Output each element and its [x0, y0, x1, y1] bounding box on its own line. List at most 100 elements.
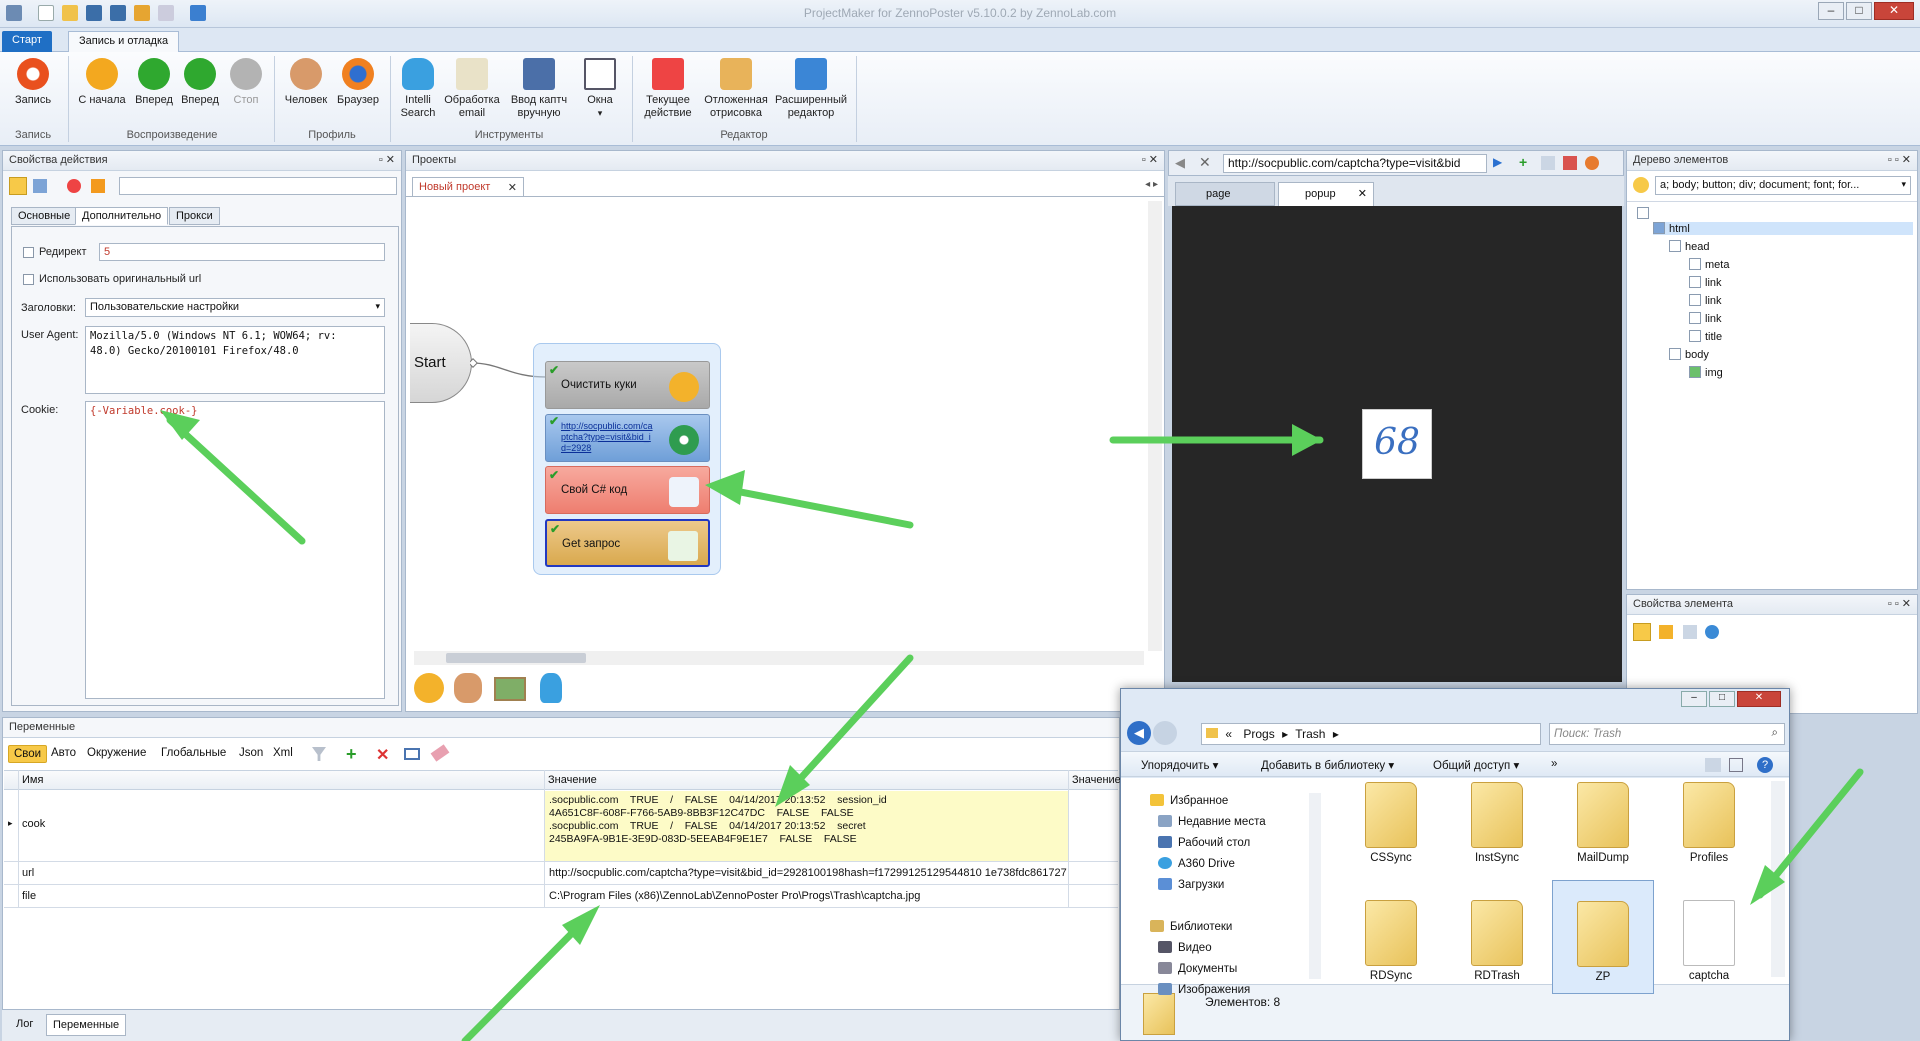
nav-downloads[interactable]: Загрузки — [1158, 878, 1224, 891]
nav-favorites[interactable]: Избранное — [1150, 794, 1228, 807]
back-arrow-icon[interactable]: ◀ — [1175, 155, 1185, 171]
nav-video[interactable]: Видео — [1158, 941, 1212, 954]
navigate-url-block[interactable]: ✔ http://socpublic.com/captcha?type=visi… — [545, 414, 710, 462]
pin-close-icons[interactable]: ▫ ▫ ✕ — [1888, 153, 1911, 166]
organize-button[interactable]: Упорядочить ▾ — [1141, 758, 1218, 772]
get-request-block[interactable]: ✔ Get запрос — [545, 519, 710, 567]
tree-node-body[interactable]: body — [1669, 348, 1709, 361]
pin-close-icons[interactable]: ▫ ✕ — [1142, 153, 1158, 166]
forward-button[interactable]: Вперед — [132, 58, 176, 107]
tag-filter-select[interactable]: a; body; button; div; document; font; fo… — [1655, 176, 1911, 195]
url-input[interactable]: http://socpublic.com/captcha?type=visit&… — [1223, 154, 1487, 173]
folder-item[interactable]: InstSync — [1462, 782, 1532, 864]
lightning-icon[interactable] — [1659, 625, 1673, 639]
nav-documents[interactable]: Документы — [1158, 962, 1237, 975]
tree-node-html[interactable]: html — [1653, 222, 1913, 235]
sun-icon[interactable] — [1633, 177, 1649, 193]
captcha-image[interactable]: 68 — [1362, 409, 1432, 479]
captcha-file[interactable]: captcha — [1674, 900, 1744, 982]
props-view-icon[interactable] — [1633, 623, 1651, 641]
record-button[interactable]: Запись — [8, 58, 58, 107]
board-icon[interactable] — [494, 677, 526, 701]
tab-page[interactable]: page — [1175, 182, 1275, 206]
close-tab-icon[interactable]: ✕ — [1358, 187, 1367, 200]
advanced-editor-button[interactable]: Расширенный редактор — [774, 58, 848, 120]
redirect-checkbox[interactable] — [23, 247, 34, 258]
search-input[interactable]: Поиск: Trash ⌕ — [1549, 723, 1785, 745]
tab-record-debug[interactable]: Запись и отладка — [68, 31, 180, 52]
tab-env-vars[interactable]: Окружение — [82, 745, 151, 761]
back-arrow-icon[interactable]: ◀ — [1127, 721, 1151, 745]
windows-button[interactable]: Окна ▾ — [578, 58, 622, 120]
clear-icon[interactable] — [1563, 156, 1577, 170]
share-button[interactable]: Общий доступ ▾ — [1433, 758, 1519, 772]
column-name[interactable]: Имя — [22, 774, 43, 786]
cookie-textarea[interactable]: {-Variable.cook-} — [85, 401, 385, 699]
minimize-button[interactable]: – — [1681, 691, 1707, 707]
stop-load-icon[interactable]: ✕ — [1199, 154, 1211, 171]
table-row[interactable]: url http://socpublic.com/captcha?type=vi… — [4, 863, 1118, 885]
human-button[interactable]: Человек — [282, 58, 330, 107]
tree-node-head[interactable]: head — [1669, 240, 1709, 253]
refresh-icon[interactable] — [1705, 625, 1719, 639]
preview-pane-icon[interactable] — [1729, 758, 1743, 772]
column-value[interactable]: Значение — [548, 774, 597, 786]
nav-a360-drive[interactable]: A360 Drive — [1158, 857, 1235, 870]
tab-json[interactable]: Json — [234, 745, 268, 761]
folder-item[interactable]: RDSync — [1356, 900, 1426, 982]
tab-xml[interactable]: Xml — [268, 745, 298, 761]
file-scrollbar[interactable] — [1771, 781, 1785, 977]
tree-node-link[interactable]: link — [1689, 312, 1722, 325]
folder-item[interactable]: Profiles — [1674, 782, 1744, 864]
vertical-scrollbar[interactable] — [1148, 201, 1162, 651]
deferred-render-button[interactable]: Отложенная отрисовка — [700, 58, 772, 120]
arrow-down-icon[interactable] — [91, 179, 105, 193]
cook-value-cell[interactable]: .socpublic.com TRUE / FALSE 04/14/2017 2… — [545, 791, 1068, 861]
edit-variable-icon[interactable] — [404, 748, 420, 760]
csharp-code-block[interactable]: ✔ Свой C# код — [545, 466, 710, 514]
forward-arrow-icon[interactable] — [1153, 721, 1177, 745]
tab-global-vars[interactable]: Глобальные — [156, 745, 231, 761]
intelli-search-button[interactable]: Intelli Search — [396, 58, 440, 120]
folder-item-selected[interactable]: ZP — [1552, 880, 1654, 994]
redirect-input[interactable]: 5 — [99, 243, 385, 261]
tree-node-meta[interactable]: meta — [1689, 258, 1729, 271]
close-tab-icon[interactable]: ✕ — [508, 181, 517, 194]
tree-root[interactable] — [1637, 207, 1653, 220]
tab-proxy[interactable]: Прокси — [169, 207, 220, 225]
folder-item[interactable]: MailDump — [1568, 782, 1638, 864]
tab-own-vars[interactable]: Свои — [8, 745, 48, 763]
minimize-button[interactable]: – — [1818, 2, 1844, 20]
tool-icon[interactable] — [1541, 156, 1555, 170]
settings-icon[interactable] — [1585, 156, 1599, 170]
close-window-button[interactable]: ✕ — [1874, 2, 1914, 20]
original-url-checkbox[interactable] — [23, 274, 34, 285]
tree-node-link[interactable]: link — [1689, 276, 1722, 289]
add-tab-icon[interactable]: + — [1519, 154, 1527, 170]
tree-node-img[interactable]: img — [1689, 366, 1723, 379]
headers-select[interactable]: Пользовательские настройки ▾ — [85, 298, 385, 317]
user-agent-textarea[interactable]: Mozilla/5.0 (Windows NT 6.1; WOW64; rv: … — [85, 326, 385, 394]
nav-images[interactable]: Изображения — [1158, 983, 1250, 996]
tab-advanced[interactable]: Дополнительно — [75, 207, 169, 225]
tab-auto-vars[interactable]: Авто — [46, 745, 81, 761]
table-row[interactable]: ▸ cook .socpublic.com TRUE / FALSE 04/14… — [4, 791, 1118, 862]
clear-cookies-block[interactable]: ✔ Очистить куки — [545, 361, 710, 409]
current-action-button[interactable]: Текущее действие — [640, 58, 696, 120]
tab-log[interactable]: Лог — [10, 1014, 39, 1034]
folder-item[interactable]: RDTrash — [1462, 900, 1532, 982]
more-button[interactable]: » — [1551, 758, 1557, 770]
person-icon[interactable] — [454, 673, 482, 703]
nav-scrollbar[interactable] — [1309, 793, 1321, 979]
gears-icon[interactable] — [414, 673, 444, 703]
manual-captcha-button[interactable]: Ввод каптч вручную — [504, 58, 574, 120]
nav-desktop[interactable]: Рабочий стол — [1158, 836, 1250, 849]
help-icon[interactable]: ? — [1757, 757, 1773, 773]
tab-variables[interactable]: Переменные — [46, 1014, 127, 1036]
tab-popup[interactable]: popup ✕ — [1278, 182, 1374, 206]
maximize-button[interactable]: □ — [1846, 2, 1872, 20]
action-name-input[interactable] — [119, 177, 397, 195]
nav-libraries[interactable]: Библиотеки — [1150, 920, 1232, 933]
stop-button[interactable]: Стоп — [224, 58, 268, 107]
add-variable-icon[interactable]: + — [346, 744, 357, 765]
